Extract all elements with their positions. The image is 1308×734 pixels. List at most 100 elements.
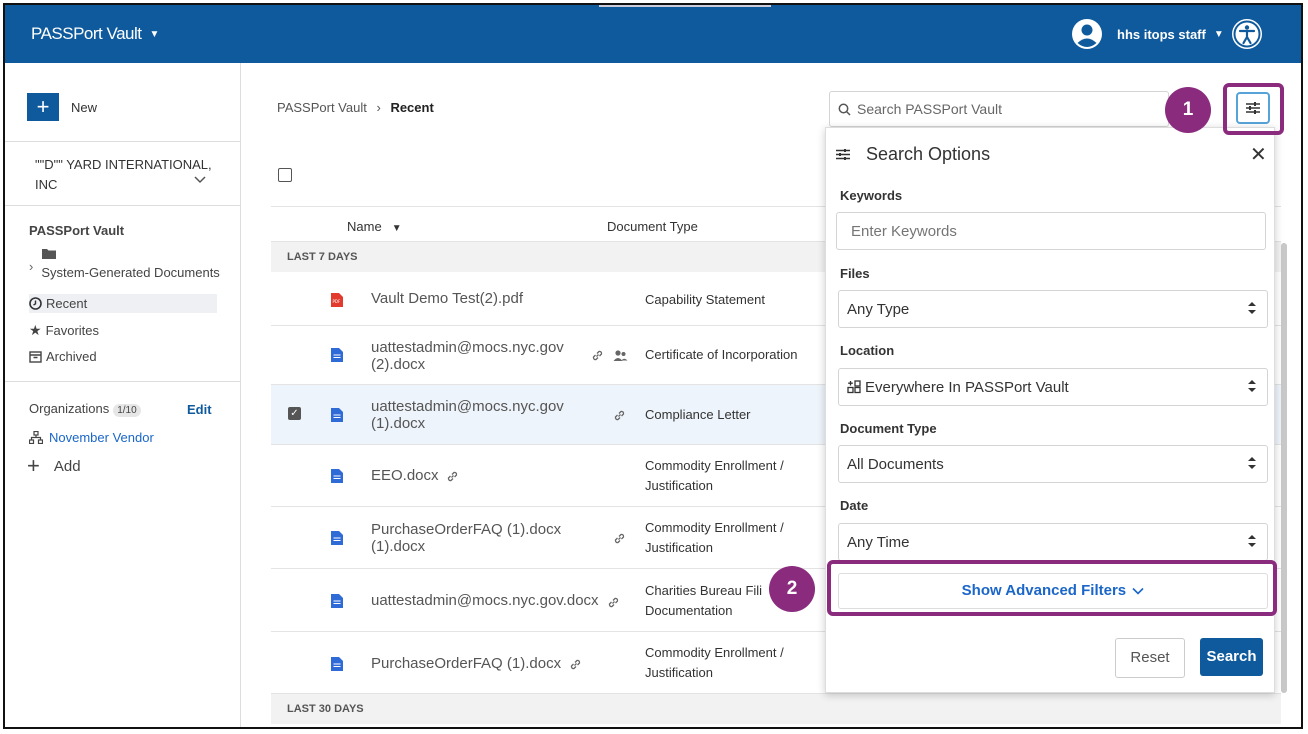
breadcrumb: PASSPort Vault › Recent <box>277 100 434 115</box>
sidebar-item-recent[interactable]: Recent <box>29 294 217 313</box>
file-name[interactable]: PurchaseOrderFAQ (1).docx (1).docx <box>371 521 591 555</box>
link-icon <box>608 597 619 608</box>
org-name: November Vendor <box>49 430 154 445</box>
sidebar-item-archived[interactable]: Archived <box>29 349 97 364</box>
docx-icon <box>331 348 343 362</box>
docx-icon <box>331 408 343 422</box>
callout-badge-1: 1 <box>1165 87 1211 133</box>
archive-icon <box>29 350 42 363</box>
search-button[interactable]: Search <box>1200 638 1263 676</box>
link-icon <box>570 659 581 670</box>
date-select[interactable]: Any Time <box>838 523 1268 561</box>
new-button[interactable]: + New <box>27 93 97 121</box>
search-bar[interactable]: Search PASSPort Vault <box>829 91 1169 127</box>
sort-caret-icon: ▼ <box>391 223 402 234</box>
edit-organizations-link[interactable]: Edit <box>187 402 212 417</box>
app-frame: PASSPort Vault ▼ hhs itops staff ▼ + New <box>3 3 1303 729</box>
divider <box>5 205 241 206</box>
file-name[interactable]: uattestadmin@mocs.nyc.gov.docx <box>371 592 599 609</box>
select-arrows-icon <box>1248 380 1256 392</box>
caret-down-icon: ▼ <box>1213 28 1224 40</box>
add-organization-button[interactable]: + Add <box>27 453 81 479</box>
org-tree-icon <box>29 431 43 444</box>
select-all-checkbox[interactable] <box>278 168 292 182</box>
file-name[interactable]: Vault Demo Test(2).pdf <box>371 290 591 307</box>
user-menu[interactable]: hhs itops staff ▼ <box>1071 18 1224 50</box>
user-avatar-icon <box>1072 19 1102 49</box>
document-type: Commodity Enrollment / Justification <box>645 458 784 493</box>
location-value: Everywhere In PASSPort Vault <box>865 378 1069 396</box>
select-arrows-icon <box>1248 302 1256 314</box>
document-type: Capability Statement <box>645 292 765 307</box>
file-name[interactable]: PurchaseOrderFAQ (1).docx <box>371 655 561 672</box>
sidebar-folder-system-generated[interactable]: › System-Generated Documents <box>29 247 220 280</box>
organizations-label: Organizations <box>29 401 110 416</box>
chevron-down-icon <box>194 176 206 184</box>
app-brand-menu[interactable]: PASSPort Vault ▼ <box>31 24 159 44</box>
callout-highlight-2 <box>827 560 1277 616</box>
plus-icon: + <box>27 93 59 121</box>
file-name[interactable]: uattestadmin@mocs.nyc.gov (1).docx <box>371 398 591 432</box>
app-title: PASSPort Vault <box>31 24 142 43</box>
folder-icon <box>42 249 57 259</box>
close-icon[interactable]: ✕ <box>1250 142 1267 167</box>
select-arrows-icon <box>1248 535 1256 547</box>
star-icon: ★ <box>29 322 42 338</box>
breadcrumb-root[interactable]: PASSPort Vault <box>277 100 367 115</box>
clock-icon <box>29 297 42 310</box>
callout-highlight-1 <box>1223 83 1284 135</box>
add-label: Add <box>53 457 81 475</box>
date-label: Date <box>840 498 869 513</box>
scrollbar-thumb[interactable] <box>1281 243 1287 693</box>
sidebar-item-label: Archived <box>46 349 97 364</box>
top-bar: PASSPort Vault ▼ hhs itops staff ▼ <box>5 5 1301 63</box>
document-type-select[interactable]: All Documents <box>838 445 1268 483</box>
keywords-label: Keywords <box>840 188 903 203</box>
vendor-name: ""D"" YARD INTERNATIONAL, INC <box>35 157 212 192</box>
shared-users-icon <box>613 350 628 361</box>
sliders-icon <box>836 149 850 160</box>
location-grid-icon <box>847 380 861 394</box>
sidebar-item-favorites[interactable]: ★ Favorites <box>29 322 99 339</box>
file-name[interactable]: uattestadmin@mocs.nyc.gov (2).docx <box>371 339 591 373</box>
accessibility-button[interactable] <box>1231 18 1263 55</box>
divider <box>5 141 241 142</box>
panel-title: Search Options <box>866 144 991 164</box>
docx-icon <box>331 469 343 483</box>
plus-icon: + <box>27 453 40 478</box>
document-type: Compliance Letter <box>645 407 751 422</box>
org-item-november-vendor[interactable]: November Vendor <box>29 430 154 445</box>
breadcrumb-separator: › <box>376 100 381 115</box>
file-name[interactable]: EEO.docx <box>371 467 439 484</box>
reset-button[interactable]: Reset <box>1115 638 1185 678</box>
organizations-title: Organizations 1/10 <box>29 401 141 417</box>
date-value: Any Time <box>847 533 910 551</box>
files-label: Files <box>840 266 870 281</box>
vendor-selector[interactable]: ""D"" YARD INTERNATIONAL, INC <box>35 155 225 195</box>
files-value: Any Type <box>847 300 910 318</box>
docx-icon <box>331 657 343 671</box>
callout-badge-2: 2 <box>769 566 815 612</box>
chevron-right-icon: › <box>29 259 34 274</box>
accessibility-icon <box>1232 19 1262 49</box>
location-label: Location <box>840 343 895 358</box>
column-header-document-type[interactable]: Document Type <box>607 219 698 234</box>
pdf-icon: PDF <box>331 293 343 307</box>
row-checkbox-checked[interactable]: ✓ <box>288 407 301 420</box>
link-icon <box>614 410 625 421</box>
document-type: Commodity Enrollment / Justification <box>645 520 784 555</box>
document-type-label: Document Type <box>840 421 937 436</box>
org-count-badge: 1/10 <box>113 404 141 417</box>
column-name-label: Name <box>347 219 382 234</box>
docx-icon <box>331 531 343 545</box>
keywords-input[interactable] <box>836 212 1266 250</box>
sidebar-item-label: Recent <box>46 296 88 311</box>
docx-icon <box>331 594 343 608</box>
location-select[interactable]: Everywhere In PASSPort Vault <box>838 368 1268 406</box>
column-header-name[interactable]: Name ▼ <box>347 219 402 234</box>
sidebar-item-label: Favorites <box>45 323 100 338</box>
files-select[interactable]: Any Type <box>838 290 1268 328</box>
divider <box>5 381 241 382</box>
link-icon <box>592 350 603 361</box>
folder-label: System-Generated Documents <box>41 265 220 280</box>
